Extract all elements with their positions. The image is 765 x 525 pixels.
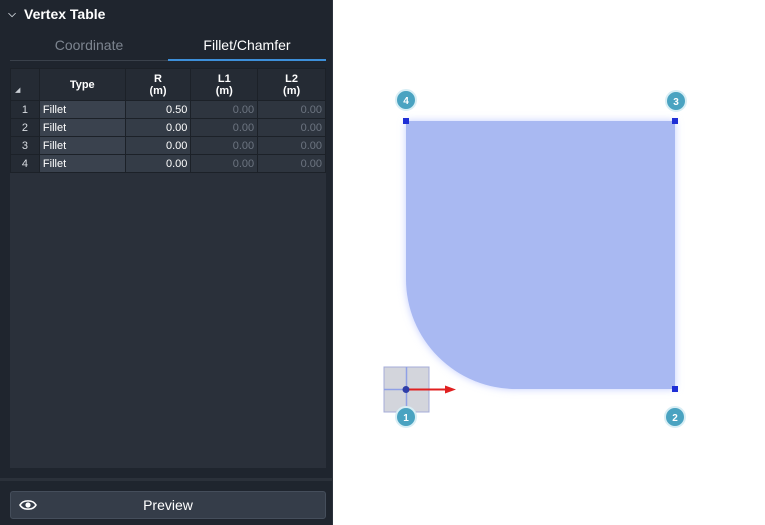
r-cell[interactable]: 0.00 (124, 136, 192, 155)
column-header-l1[interactable]: L1 (m) (190, 68, 259, 101)
vertex-label-1: 1 (403, 413, 409, 424)
panel-title: Vertex Table (24, 6, 106, 22)
row-index[interactable]: 4 (10, 154, 40, 173)
vertex-handle-2[interactable] (672, 386, 678, 392)
vertex-label-2: 2 (672, 413, 678, 424)
tab-fillet-chamfer[interactable]: Fillet/Chamfer (168, 32, 326, 61)
vertex-badge-1[interactable]: 1 (395, 406, 417, 428)
l2-cell: 0.00 (257, 100, 326, 119)
vertex-handle-4[interactable] (403, 118, 409, 124)
r-cell[interactable]: 0.00 (124, 118, 192, 137)
chevron-down-icon[interactable]: ⌵ (0, 9, 24, 20)
column-header-l2[interactable]: L2 (m) (257, 68, 326, 101)
table-row[interactable]: 4 Fillet 0.00 0.00 0.00 (10, 154, 326, 173)
column-header-type[interactable]: Type (38, 68, 126, 101)
table-row[interactable]: 1 Fillet 0.50 0.00 0.00 (10, 100, 326, 119)
l1-cell: 0.00 (190, 154, 259, 173)
preview-label: Preview (143, 497, 193, 513)
vertex-badge-3[interactable]: 3 (665, 90, 687, 112)
x-axis-arrow-head-icon[interactable] (445, 385, 456, 394)
vertex-table-panel: ⌵ Vertex Table Coordinate Fillet/Chamfer… (0, 0, 333, 525)
move-gizmo[interactable] (383, 366, 456, 413)
table-row[interactable]: 2 Fillet 0.00 0.00 0.00 (10, 118, 326, 137)
l1-cell: 0.00 (190, 136, 259, 155)
vertex-table: ◢ Type R (m) L1 (m) L2 (m) 1 Fillet 0.50 0.… (10, 68, 326, 173)
tab-bar: Coordinate Fillet/Chamfer (10, 32, 326, 61)
vertex-badge-2[interactable]: 2 (664, 406, 686, 428)
table-row[interactable]: 3 Fillet 0.00 0.00 0.00 (10, 136, 326, 155)
row-index[interactable]: 2 (10, 118, 40, 137)
panel-divider (0, 478, 333, 481)
type-cell[interactable]: Fillet (38, 154, 126, 173)
tab-coordinate[interactable]: Coordinate (10, 32, 168, 60)
panel-header[interactable]: ⌵ Vertex Table (0, 0, 333, 28)
vertex-table-grid: ◢ Type R (m) L1 (m) L2 (m) 1 Fillet 0.50 0.… (10, 68, 326, 468)
row-index[interactable]: 1 (10, 100, 40, 119)
filleted-shape[interactable] (406, 121, 675, 389)
vertex-handle-3[interactable] (672, 118, 678, 124)
gizmo-center-handle[interactable] (402, 386, 410, 393)
drawing-canvas[interactable]: 1 2 3 4 (333, 0, 765, 525)
r-cell[interactable]: 0.50 (124, 100, 192, 119)
column-header-r[interactable]: R (m) (124, 68, 192, 101)
l1-cell: 0.00 (190, 118, 259, 137)
sort-triangle-icon: ◢ (15, 87, 21, 94)
type-cell[interactable]: Fillet (38, 136, 126, 155)
l2-cell: 0.00 (257, 118, 326, 137)
row-index[interactable]: 3 (10, 136, 40, 155)
vertex-label-4: 4 (403, 96, 409, 107)
type-cell[interactable]: Fillet (38, 118, 126, 137)
vertex-badge-4[interactable]: 4 (395, 89, 417, 111)
eye-icon (19, 500, 37, 510)
select-all-corner[interactable]: ◢ (10, 68, 40, 101)
r-cell[interactable]: 0.00 (124, 154, 192, 173)
vertex-label-3: 3 (673, 97, 679, 108)
type-cell[interactable]: Fillet (38, 100, 126, 119)
l2-cell: 0.00 (257, 154, 326, 173)
l1-cell: 0.00 (190, 100, 259, 119)
preview-button[interactable]: Preview (10, 491, 326, 519)
l2-cell: 0.00 (257, 136, 326, 155)
